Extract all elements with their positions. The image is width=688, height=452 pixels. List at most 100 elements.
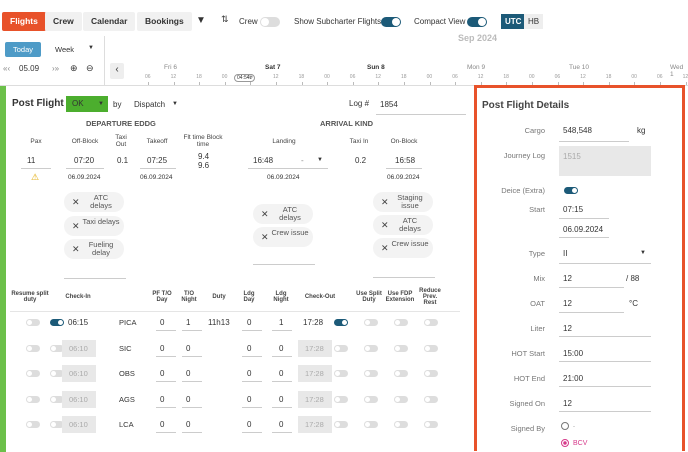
takeoff-input[interactable]: 07:25 <box>147 156 167 165</box>
pf-to-day-input[interactable]: 0 <box>160 369 164 378</box>
hb-button[interactable]: HB <box>524 14 544 29</box>
use-split-toggle[interactable] <box>364 370 378 377</box>
hot-start-input[interactable]: 15:00 <box>563 349 583 358</box>
chevron-down-icon[interactable]: ▼ <box>640 250 646 256</box>
staging-chip[interactable]: ✕ ATC delays <box>373 215 433 235</box>
checkout-toggle[interactable] <box>334 370 348 377</box>
ldg-day-input[interactable]: 0 <box>247 395 251 404</box>
checkout-input[interactable]: 17:28 <box>298 339 332 357</box>
checkin-input[interactable]: 06:10 <box>62 365 96 382</box>
pf-to-day-input[interactable]: 0 <box>160 420 164 429</box>
resume-split-toggle[interactable] <box>26 395 40 403</box>
start-date-input[interactable]: 06.09.2024 <box>563 225 603 234</box>
onblock-input[interactable]: 16:58 <box>395 156 415 165</box>
tab-calendar[interactable]: Calendar <box>83 12 136 31</box>
to-night-input[interactable]: 1 <box>186 318 190 327</box>
dep-delay-chip[interactable]: ✕ Taxi delays <box>64 216 124 236</box>
takeoff-date[interactable]: 06.09.2024 <box>140 174 173 181</box>
ldg-day-input[interactable]: 0 <box>247 369 251 378</box>
pf-to-day-input[interactable]: 0 <box>160 395 164 404</box>
chevron-down-icon[interactable]: ▼ <box>317 157 323 163</box>
dep-delay-chip[interactable]: ✕ ATC delays <box>64 192 124 212</box>
resume-split-toggle[interactable] <box>26 370 40 377</box>
checkout-input[interactable]: 17:28 <box>303 318 323 327</box>
start-time-input[interactable]: 07:15 <box>563 205 583 214</box>
chevron-down-icon[interactable]: ▼ <box>88 45 94 51</box>
pax-input[interactable]: 11 <box>27 156 35 165</box>
checkout-toggle[interactable] <box>334 344 348 352</box>
arr-delay-chip[interactable]: ✕ ATC delays <box>253 204 313 224</box>
today-button[interactable]: Today <box>5 42 42 57</box>
resume-split-toggle[interactable] <box>26 421 40 428</box>
checkout-toggle[interactable] <box>334 421 348 428</box>
landing-input[interactable]: 16:48 <box>253 156 273 165</box>
to-night-input[interactable]: 0 <box>186 420 190 429</box>
liter-input[interactable]: 12 <box>563 324 572 333</box>
signed-by-radio-1[interactable] <box>561 422 569 430</box>
offblock-input[interactable]: 07:20 <box>74 156 94 165</box>
use-fdp-toggle[interactable] <box>394 395 408 403</box>
status-select[interactable]: OK ▼ <box>66 96 108 112</box>
close-icon[interactable]: ✕ <box>261 232 269 243</box>
use-fdp-toggle[interactable] <box>394 319 408 326</box>
close-icon[interactable]: ✕ <box>72 197 80 208</box>
checkin-input[interactable]: 06:10 <box>62 339 96 357</box>
staging-chip[interactable]: ✕ Staging issue <box>373 192 433 212</box>
pf-to-day-input[interactable]: 0 <box>160 344 164 353</box>
taxiout-input[interactable]: 0.1 <box>117 156 128 165</box>
checkout-toggle[interactable] <box>334 395 348 403</box>
zoom-in-icon[interactable]: ⊕ <box>70 63 78 74</box>
prev-icon[interactable]: «‹ <box>3 64 10 73</box>
oat-input[interactable]: 12 <box>563 299 572 308</box>
date-input[interactable]: 05.09 <box>19 64 39 73</box>
use-fdp-toggle[interactable] <box>394 370 408 377</box>
subcharter-toggle[interactable] <box>381 17 401 27</box>
ldg-day-input[interactable]: 0 <box>247 420 251 429</box>
ldg-day-input[interactable]: 0 <box>247 344 251 353</box>
use-split-toggle[interactable] <box>364 319 378 326</box>
checkout-input[interactable]: 17:28 <box>298 365 332 382</box>
reduce-rest-toggle[interactable] <box>424 370 438 377</box>
hot-end-input[interactable]: 21:00 <box>563 374 583 383</box>
checkin-toggle[interactable] <box>50 319 64 326</box>
close-icon[interactable]: ✕ <box>381 243 389 254</box>
timeline-back-button[interactable]: ‹ <box>110 63 124 79</box>
landing-date[interactable]: 06.09.2024 <box>267 174 300 181</box>
to-night-input[interactable]: 0 <box>186 369 190 378</box>
ldg-day-input[interactable]: 0 <box>247 318 251 327</box>
ldg-night-input[interactable]: 1 <box>279 318 283 327</box>
crew-toggle[interactable] <box>260 17 280 27</box>
resume-split-toggle[interactable] <box>26 319 40 326</box>
mix-input[interactable]: 12 <box>563 274 572 283</box>
to-night-input[interactable]: 0 <box>186 395 190 404</box>
deice-toggle[interactable] <box>564 187 578 194</box>
resume-split-toggle[interactable] <box>26 344 40 352</box>
type-select[interactable]: II <box>563 249 567 258</box>
range-select[interactable]: Week <box>55 45 74 54</box>
checkin-input[interactable]: 06:15 <box>68 318 88 327</box>
close-icon[interactable]: ✕ <box>72 221 80 232</box>
dep-delay-chip[interactable]: ✕ Fueling delay <box>64 239 124 259</box>
checkin-input[interactable]: 06:10 <box>62 390 96 408</box>
chevron-down-icon[interactable]: ▼ <box>172 101 178 107</box>
use-split-toggle[interactable] <box>364 344 378 352</box>
use-fdp-toggle[interactable] <box>394 421 408 428</box>
signed-by-radio-2[interactable] <box>561 439 569 447</box>
reduce-rest-toggle[interactable] <box>424 421 438 428</box>
signed-on-input[interactable]: 12 <box>563 399 572 408</box>
reduce-rest-toggle[interactable] <box>424 395 438 403</box>
checkout-input[interactable]: 17:28 <box>298 416 332 433</box>
offblock-date[interactable]: 06.09.2024 <box>68 174 101 181</box>
close-icon[interactable]: ✕ <box>261 209 269 220</box>
reduce-rest-toggle[interactable] <box>424 344 438 352</box>
taxiin-input[interactable]: 0.2 <box>355 156 366 165</box>
filter-icon[interactable]: ▼ <box>196 15 206 26</box>
pf-to-day-input[interactable]: 0 <box>160 318 164 327</box>
use-fdp-toggle[interactable] <box>394 344 408 352</box>
close-icon[interactable]: ✕ <box>381 197 389 208</box>
use-split-toggle[interactable] <box>364 421 378 428</box>
arr-delay-chip[interactable]: ✕ Crew issue <box>253 227 313 247</box>
ldg-night-input[interactable]: 0 <box>279 344 283 353</box>
sort-icon[interactable]: ⇅ <box>221 14 229 25</box>
log-input[interactable]: 1854 <box>380 100 398 109</box>
